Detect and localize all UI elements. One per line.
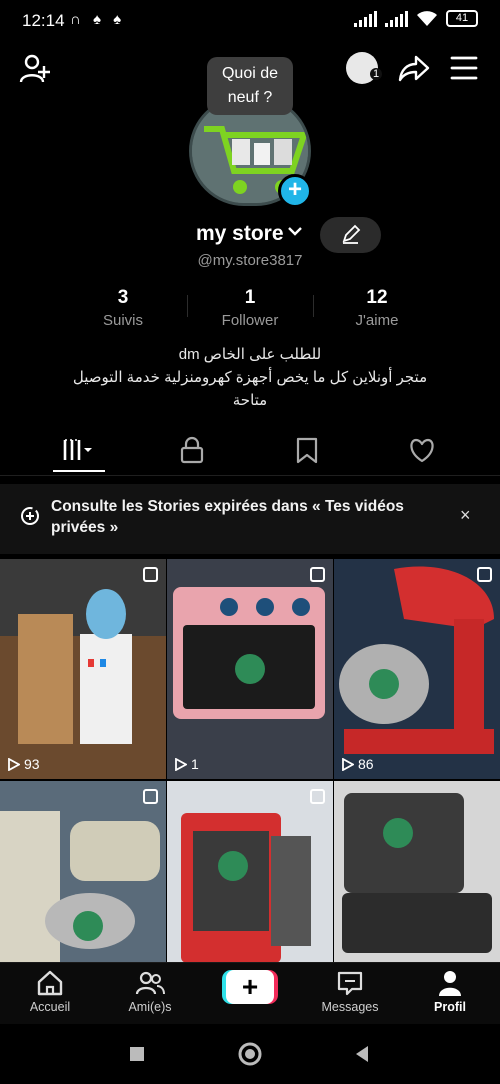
chevron-down-icon[interactable]: [286, 222, 304, 245]
view-count: 1: [175, 756, 199, 772]
divider: [187, 295, 188, 317]
view-count: 86: [342, 756, 374, 772]
nav-home[interactable]: Accueil: [0, 969, 100, 1014]
oven-image: [167, 559, 333, 779]
profile-handle: @my.store3817: [197, 252, 303, 269]
active-tab-indicator: [53, 470, 105, 472]
lock-icon: [180, 436, 204, 464]
stat-following[interactable]: 3 Suivis: [60, 287, 186, 329]
friends-icon: [135, 971, 165, 995]
divider: [313, 295, 314, 317]
bookmark-icon: [296, 437, 318, 464]
system-nav-icons: [130, 1042, 368, 1066]
profile-tabs: [0, 426, 500, 476]
profile-icon: [439, 971, 461, 996]
view-count-value: 93: [24, 756, 40, 772]
view-count: 93: [8, 756, 40, 772]
back-icon: [356, 1046, 368, 1062]
multi-photo-icon: [310, 567, 325, 582]
play-icon: [342, 757, 354, 771]
video-thumbnail[interactable]: [334, 781, 500, 963]
tab-saved[interactable]: [245, 426, 370, 476]
tab-private[interactable]: [130, 426, 255, 476]
play-icon: [175, 757, 187, 771]
nav-home-label: Accueil: [29, 1000, 71, 1014]
profile-name[interactable]: my store: [196, 222, 284, 246]
tab-videos[interactable]: [18, 426, 143, 476]
battery-icon: 41: [446, 10, 478, 27]
video-thumbnail[interactable]: 86: [334, 559, 500, 779]
signal-icon: [354, 10, 377, 27]
stories-banner-text: Consulte les Stories expirées dans « Tes…: [51, 498, 404, 536]
add-circle-icon: [21, 507, 39, 525]
nav-messages[interactable]: Messages: [300, 969, 400, 1014]
close-icon[interactable]: ×: [460, 505, 471, 526]
multi-photo-icon: [143, 567, 158, 582]
stat-label: Follower: [221, 312, 279, 329]
water-dispenser-image: [18, 589, 132, 744]
video-thumbnail[interactable]: [167, 781, 333, 963]
profile-bio: للطلب على الخاص dm متجر أونلاين كل ما يخ…: [30, 343, 470, 412]
stat-followers[interactable]: 1 Follower: [187, 287, 313, 329]
status-time: 12:14: [22, 11, 65, 30]
bio-line: متجر أونلاين كل ما يخص أجهزة كهرومنزلية …: [72, 369, 428, 386]
profile-stats: 3 Suivis 1 Follower 12 J'aime: [60, 287, 440, 329]
multi-photo-icon: [310, 789, 325, 804]
nav-friends[interactable]: Ami(e)s: [100, 969, 200, 1014]
stat-value: 12: [366, 287, 388, 308]
notification-icons: ∩ ♠ ♠: [70, 11, 126, 28]
view-count-value: 86: [358, 756, 374, 772]
stat-value: 3: [117, 287, 129, 308]
grill-image: [334, 781, 500, 963]
multi-photo-icon: [143, 789, 158, 804]
stat-value: 1: [244, 287, 256, 308]
pencil-icon: [342, 224, 361, 244]
messages-icon: [337, 971, 363, 996]
nav-profile[interactable]: Profil: [400, 969, 500, 1014]
signal-icon-2: [385, 10, 408, 27]
system-nav-bar: [0, 1024, 500, 1084]
stand-mixer-image: [334, 559, 500, 779]
video-thumbnail[interactable]: 1: [167, 559, 333, 779]
edit-profile-button[interactable]: [320, 217, 381, 253]
bio-line: للطلب على الخاص dm: [178, 346, 322, 363]
add-friend-icon[interactable]: [18, 52, 52, 86]
add-story-button[interactable]: +: [278, 174, 312, 208]
video-thumbnail[interactable]: [0, 781, 166, 963]
whats-new-tooltip[interactable]: Quoi de neuf ?: [207, 57, 293, 115]
heart-icon: [410, 438, 434, 463]
status-right-icons: 41: [354, 10, 478, 27]
create-plus: +: [226, 970, 274, 1004]
wifi-icon: [417, 11, 437, 26]
bio-line: متاحة: [232, 392, 268, 409]
create-button[interactable]: +: [222, 970, 278, 1004]
meat-grinder-image: [0, 781, 166, 963]
air-cooler-image: [167, 781, 333, 963]
home-icon: [37, 970, 63, 996]
stat-likes[interactable]: 12 J'aime: [314, 287, 440, 329]
multi-photo-icon: [477, 567, 492, 582]
tab-liked[interactable]: [360, 426, 485, 476]
nav-friends-label: Ami(e)s: [128, 1000, 172, 1014]
stat-label: Suivis: [102, 312, 143, 329]
stat-label: J'aime: [355, 312, 399, 329]
menu-icon[interactable]: [450, 55, 478, 81]
recent-apps-icon: [130, 1047, 144, 1061]
view-count-value: 1: [191, 756, 199, 772]
play-icon: [8, 757, 20, 771]
grid-icon: [63, 439, 92, 460]
share-icon[interactable]: [398, 52, 430, 84]
video-thumbnail[interactable]: 93: [0, 559, 166, 779]
nav-messages-label: Messages: [321, 1000, 379, 1014]
story-count-badge: 1: [370, 68, 383, 80]
nav-profile-label: Profil: [434, 1000, 466, 1014]
